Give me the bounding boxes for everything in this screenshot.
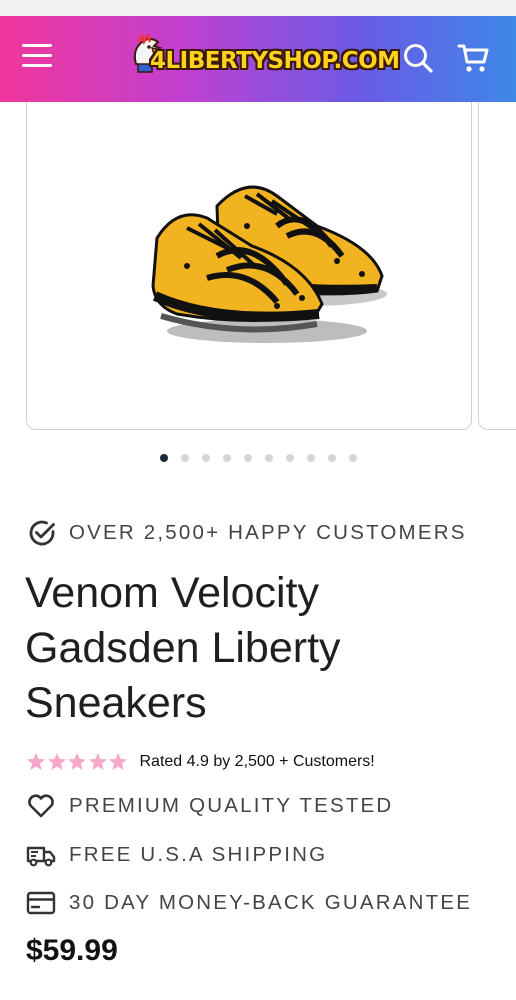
pagination-dot-6[interactable]	[265, 454, 273, 462]
next-image-card[interactable]	[478, 102, 516, 430]
social-proof-text: OVER 2,500+ HAPPY CUSTOMERS	[69, 521, 467, 544]
credit-card-icon	[26, 891, 56, 915]
rating-row: Rated 4.9 by 2,500 + Customers!	[26, 749, 375, 775]
status-strip	[0, 0, 516, 16]
star-icon	[47, 753, 66, 770]
rating-text: Rated 4.9 by 2,500 + Customers!	[139, 753, 375, 770]
feature-guarantee-text: 30 DAY MONEY-BACK GUARANTEE	[69, 891, 473, 914]
site-logo[interactable]: 4LIBERTYSHOP.COM	[128, 34, 400, 86]
star-icon	[27, 753, 45, 770]
pagination-dot-7[interactable]	[286, 454, 294, 462]
star-icon	[68, 753, 86, 770]
search-button[interactable]	[400, 40, 436, 76]
pagination-dot-5[interactable]	[244, 454, 252, 462]
pagination-dot-8[interactable]	[307, 454, 315, 462]
product-image-card[interactable]	[26, 102, 472, 430]
gallery-pagination	[0, 452, 516, 466]
menu-button[interactable]	[22, 44, 58, 74]
product-title: Venom Velocity Gadsden Liberty Sneakers	[25, 569, 341, 727]
pagination-dot-2[interactable]	[181, 454, 189, 462]
sneaker-product-image	[151, 185, 387, 343]
search-icon	[404, 44, 433, 73]
heart-icon	[28, 794, 54, 818]
star-icon	[88, 753, 107, 770]
feature-guarantee: 30 DAY MONEY-BACK GUARANTEE	[26, 888, 472, 918]
star-icon	[109, 753, 127, 770]
pagination-dot-1[interactable]	[160, 454, 168, 462]
product-price: $59.99	[26, 934, 118, 967]
pagination-dot-9[interactable]	[328, 454, 336, 462]
feature-shipping-text: FREE U.S.A SHIPPING	[69, 843, 328, 866]
social-proof-badge: OVER 2,500+ HAPPY CUSTOMERS	[26, 516, 467, 550]
truck-icon	[26, 846, 56, 867]
check-circle-icon	[29, 520, 55, 546]
pagination-dot-10[interactable]	[349, 454, 357, 462]
star-rating	[26, 752, 129, 772]
feature-quality: PREMIUM QUALITY TESTED	[26, 791, 393, 821]
cart-button[interactable]	[456, 40, 492, 76]
cart-icon	[457, 44, 489, 72]
site-header: 4LIBERTYSHOP.COM	[0, 16, 516, 102]
logo-text: 4LIBERTYSHOP.COM	[150, 48, 400, 74]
hamburger-menu-icon	[22, 44, 52, 47]
pagination-dot-4[interactable]	[223, 454, 231, 462]
pagination-dot-3[interactable]	[202, 454, 210, 462]
feature-shipping: FREE U.S.A SHIPPING	[26, 840, 327, 870]
feature-quality-text: PREMIUM QUALITY TESTED	[69, 794, 394, 817]
product-gallery[interactable]	[0, 102, 516, 432]
